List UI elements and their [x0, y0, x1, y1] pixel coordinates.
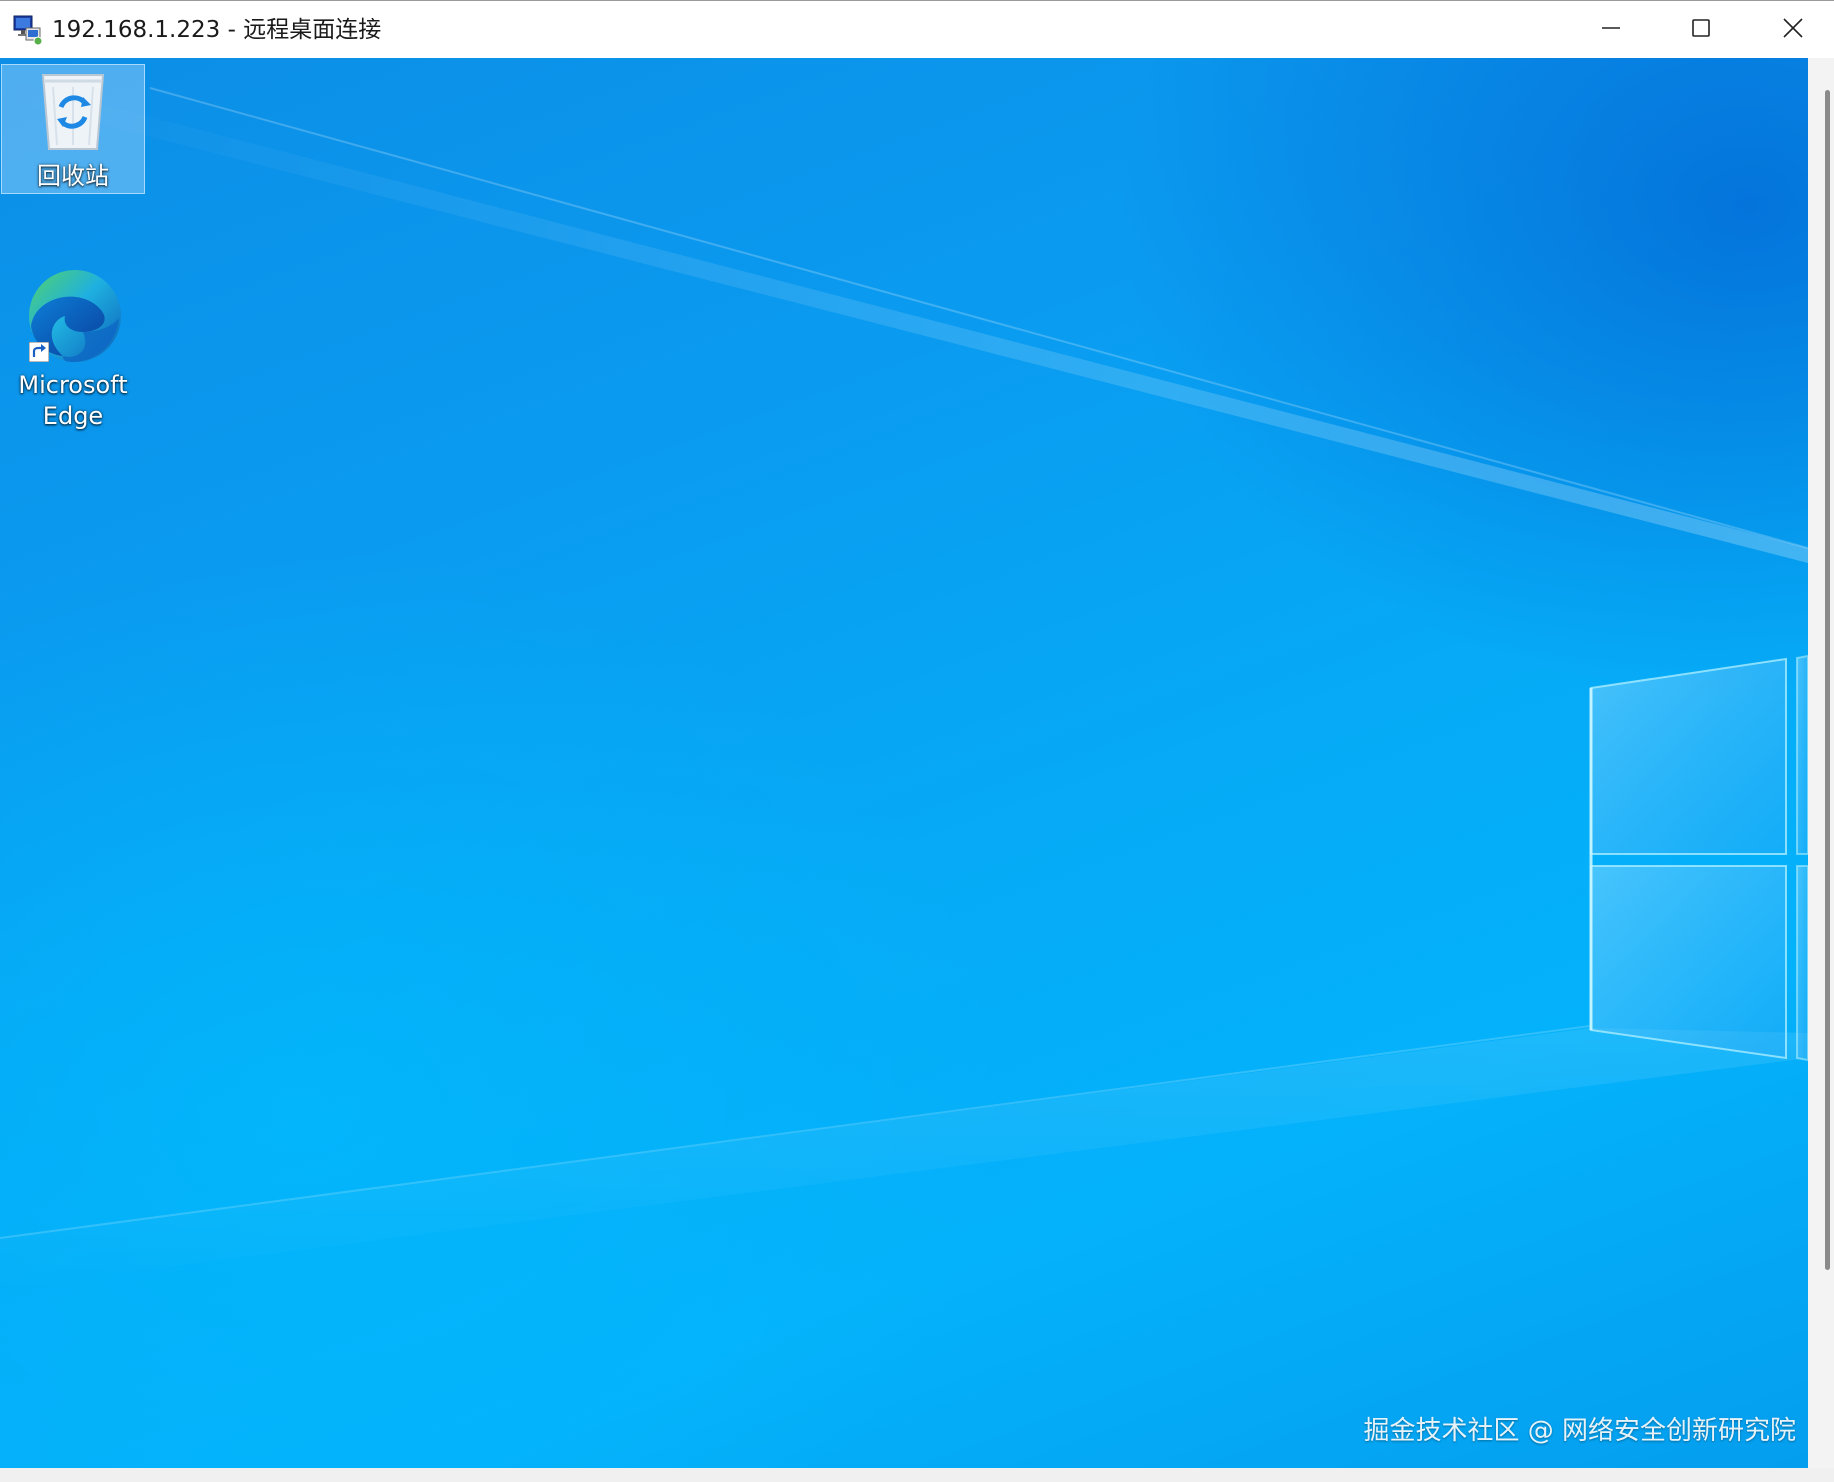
- shortcut-arrow-icon: [29, 342, 49, 362]
- windows-wallpaper: [0, 78, 1808, 1288]
- desktop-icon-microsoft-edge[interactable]: Microsoft Edge: [1, 266, 145, 436]
- window-bottom-edge: [0, 1468, 1834, 1482]
- desktop-icon-recycle-bin[interactable]: 回收站: [1, 64, 145, 194]
- scrollbar-thumb[interactable]: [1825, 90, 1830, 1270]
- watermark-text: 掘金技术社区 @ 网络安全创新研究院: [1363, 1416, 1796, 1446]
- title-bar[interactable]: 192.168.1.223 - 远程桌面连接: [0, 0, 1834, 58]
- edge-icon: [21, 266, 125, 370]
- edge-label: Microsoft Edge: [18, 371, 128, 430]
- recycle-bin-label: 回收站: [37, 162, 109, 190]
- remote-desktop-area[interactable]: 回收站 Microsoft Edge 掘金技术社区 @ 网络安全创新研究院: [0, 58, 1808, 1468]
- window-title: 192.168.1.223 - 远程桌面连接: [52, 17, 382, 43]
- close-icon: [1781, 16, 1805, 44]
- remote-desktop-icon: [12, 14, 44, 46]
- vertical-scrollbar[interactable]: [1808, 58, 1834, 1468]
- minimize-button[interactable]: [1566, 1, 1656, 59]
- recycle-bin-icon: [2, 65, 144, 161]
- maximize-icon: [1690, 17, 1712, 43]
- close-button[interactable]: [1748, 1, 1834, 59]
- minimize-icon: [1600, 17, 1622, 43]
- maximize-button[interactable]: [1656, 1, 1746, 59]
- remote-desktop-window: 192.168.1.223 - 远程桌面连接 回收站 Microsoft Edg…: [0, 0, 1834, 1482]
